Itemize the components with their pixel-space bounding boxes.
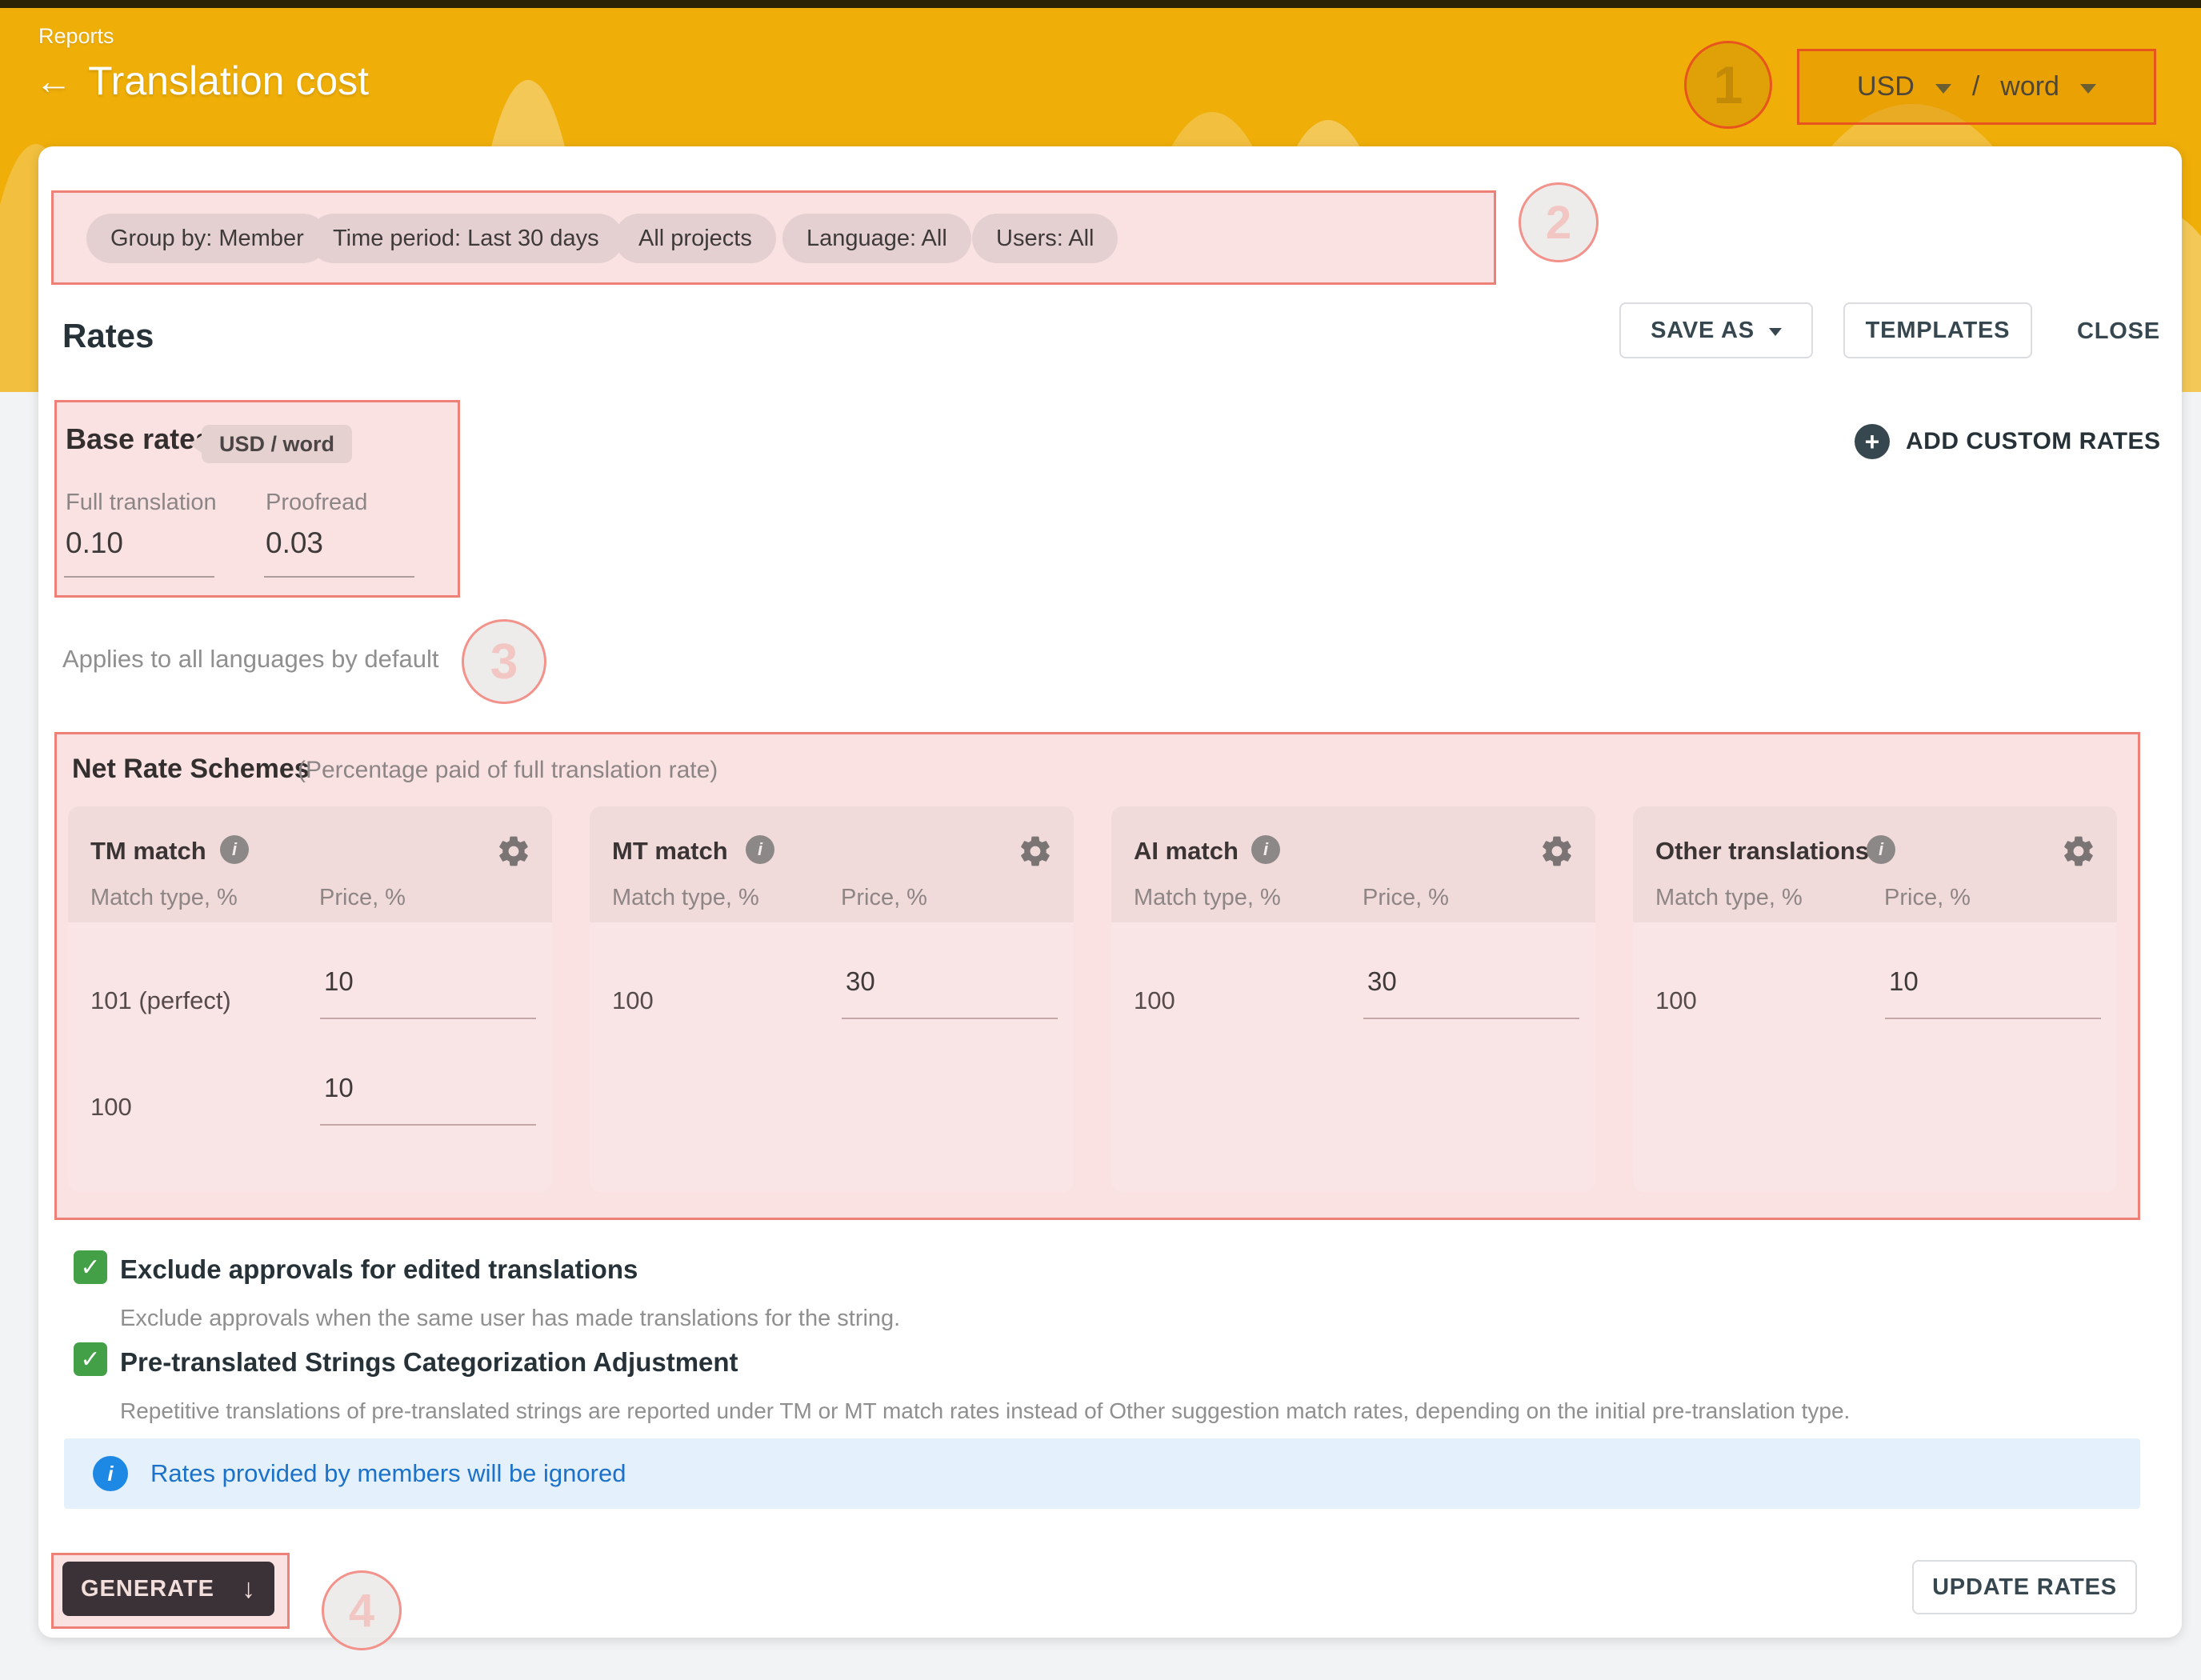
gear-icon[interactable] <box>496 834 531 869</box>
annotation-circle-4: 4 <box>322 1570 402 1650</box>
input-underline <box>1363 1018 1579 1019</box>
update-rates-button[interactable]: UPDATE RATES <box>1912 1560 2137 1614</box>
page-title-row: ← Translation cost <box>35 58 369 104</box>
input-underline <box>1885 1018 2101 1019</box>
page-title: Translation cost <box>88 58 369 104</box>
scheme-card-title: AI match <box>1134 837 1239 866</box>
proofread-label: Proofread <box>266 490 367 516</box>
scheme-card-mt-match: MT match i Match type, % Price, % 100 30 <box>590 806 1074 1192</box>
column-header-match: Match type, % <box>612 885 759 911</box>
option-description: Exclude approvals when the same user has… <box>120 1306 900 1332</box>
proofread-input[interactable]: 0.03 <box>266 526 323 560</box>
rates-section-title: Rates <box>62 317 154 355</box>
filter-chip-users[interactable]: Users: All <box>972 214 1118 263</box>
scheme-card-tm-match: TM match i Match type, % Price, % 101 (p… <box>68 806 552 1192</box>
filter-chip-language[interactable]: Language: All <box>782 214 971 263</box>
info-icon[interactable]: i <box>1251 835 1280 864</box>
option-description: Repetitive translations of pre-translate… <box>120 1398 1850 1424</box>
info-icon: i <box>93 1456 128 1491</box>
breadcrumb[interactable]: Reports <box>38 24 114 49</box>
download-arrow-icon: ↓ <box>242 1574 256 1605</box>
net-rate-schemes-subtitle: (Percentage paid of full translation rat… <box>298 757 718 784</box>
info-icon[interactable]: i <box>220 835 249 864</box>
column-header-match: Match type, % <box>1655 885 1803 911</box>
input-underline <box>842 1018 1058 1019</box>
top-dark-strip <box>0 0 2201 8</box>
unit-select[interactable]: word <box>2000 71 2059 102</box>
price-input[interactable]: 10 <box>324 1073 354 1103</box>
option-label-pretranslated-adjustment: Pre-translated Strings Categorization Ad… <box>120 1347 738 1378</box>
add-custom-rates-button[interactable]: + ADD CUSTOM RATES <box>1855 424 2161 459</box>
scheme-card-other-translations: Other translations i Match type, % Price… <box>1633 806 2117 1192</box>
close-button[interactable]: CLOSE <box>2077 318 2160 345</box>
column-header-match: Match type, % <box>1134 885 1281 911</box>
full-translation-label: Full translation <box>66 490 217 516</box>
info-icon[interactable]: i <box>1867 835 1895 864</box>
save-as-label: SAVE AS <box>1651 318 1755 344</box>
column-header-price: Price, % <box>1884 885 1971 911</box>
update-rates-label: UPDATE RATES <box>1932 1574 2117 1601</box>
price-input[interactable]: 30 <box>1367 966 1397 997</box>
column-header-price: Price, % <box>841 885 927 911</box>
chevron-down-icon[interactable] <box>1935 84 1951 94</box>
chevron-down-icon <box>1769 328 1782 336</box>
base-rates-unit-tag: USD / word <box>202 425 352 463</box>
match-type-value: 101 (perfect) <box>90 986 231 1015</box>
scheme-card-title: TM match <box>90 837 206 866</box>
match-type-value: 100 <box>1655 986 1697 1015</box>
checkbox-pretranslated-adjustment[interactable]: ✓ <box>74 1342 107 1376</box>
info-banner-text: Rates provided by members will be ignore… <box>150 1459 626 1488</box>
price-input[interactable]: 10 <box>324 966 354 997</box>
scheme-card-title: MT match <box>612 837 728 866</box>
price-input[interactable]: 10 <box>1889 966 1919 997</box>
input-underline <box>264 576 414 578</box>
input-underline <box>320 1018 536 1019</box>
net-rate-schemes-title: Net Rate Schemes <box>72 754 310 785</box>
gear-icon[interactable] <box>2061 834 2096 869</box>
check-icon: ✓ <box>80 1346 100 1374</box>
info-banner: i Rates provided by members will be igno… <box>64 1438 2140 1509</box>
check-icon: ✓ <box>80 1254 100 1282</box>
plus-icon: + <box>1855 424 1890 459</box>
gear-icon[interactable] <box>1018 834 1053 869</box>
generate-button[interactable]: GENERATE ↓ <box>62 1562 274 1616</box>
full-translation-input[interactable]: 0.10 <box>66 526 123 560</box>
filter-chip-group-by[interactable]: Group by: Member <box>86 214 328 263</box>
annotation-circle-3: 3 <box>462 619 546 704</box>
back-arrow-icon[interactable]: ← <box>35 59 72 102</box>
filter-chip-projects[interactable]: All projects <box>614 214 776 263</box>
gear-icon[interactable] <box>1539 834 1575 869</box>
annotation-circle-1: 1 <box>1684 41 1772 129</box>
chevron-down-icon[interactable] <box>2080 84 2096 94</box>
price-input[interactable]: 30 <box>846 966 875 997</box>
generate-label: GENERATE <box>81 1576 214 1602</box>
currency-unit-selector: USD / word <box>1797 49 2156 125</box>
match-type-value: 100 <box>90 1093 132 1122</box>
add-custom-rates-label: ADD CUSTOM RATES <box>1906 428 2161 455</box>
scheme-card-ai-match: AI match i Match type, % Price, % 100 30 <box>1111 806 1595 1192</box>
column-header-price: Price, % <box>1363 885 1449 911</box>
scheme-card-title: Other translations <box>1655 837 1869 866</box>
templates-button[interactable]: TEMPLATES <box>1843 302 2032 358</box>
applies-note: Applies to all languages by default <box>62 645 439 674</box>
input-underline <box>320 1124 536 1126</box>
input-underline <box>64 576 214 578</box>
currency-unit-separator: / <box>1972 71 1979 102</box>
templates-label: TEMPLATES <box>1866 318 2011 344</box>
annotation-circle-2: 2 <box>1519 182 1599 262</box>
checkbox-exclude-approvals[interactable]: ✓ <box>74 1250 107 1284</box>
currency-select[interactable]: USD <box>1857 71 1915 102</box>
column-header-match: Match type, % <box>90 885 238 911</box>
match-type-value: 100 <box>612 986 654 1015</box>
match-type-value: 100 <box>1134 986 1175 1015</box>
column-header-price: Price, % <box>319 885 406 911</box>
save-as-button[interactable]: SAVE AS <box>1619 302 1813 358</box>
filter-chip-time-period[interactable]: Time period: Last 30 days <box>309 214 623 263</box>
option-label-exclude-approvals: Exclude approvals for edited translation… <box>120 1254 638 1285</box>
info-icon[interactable]: i <box>746 835 774 864</box>
